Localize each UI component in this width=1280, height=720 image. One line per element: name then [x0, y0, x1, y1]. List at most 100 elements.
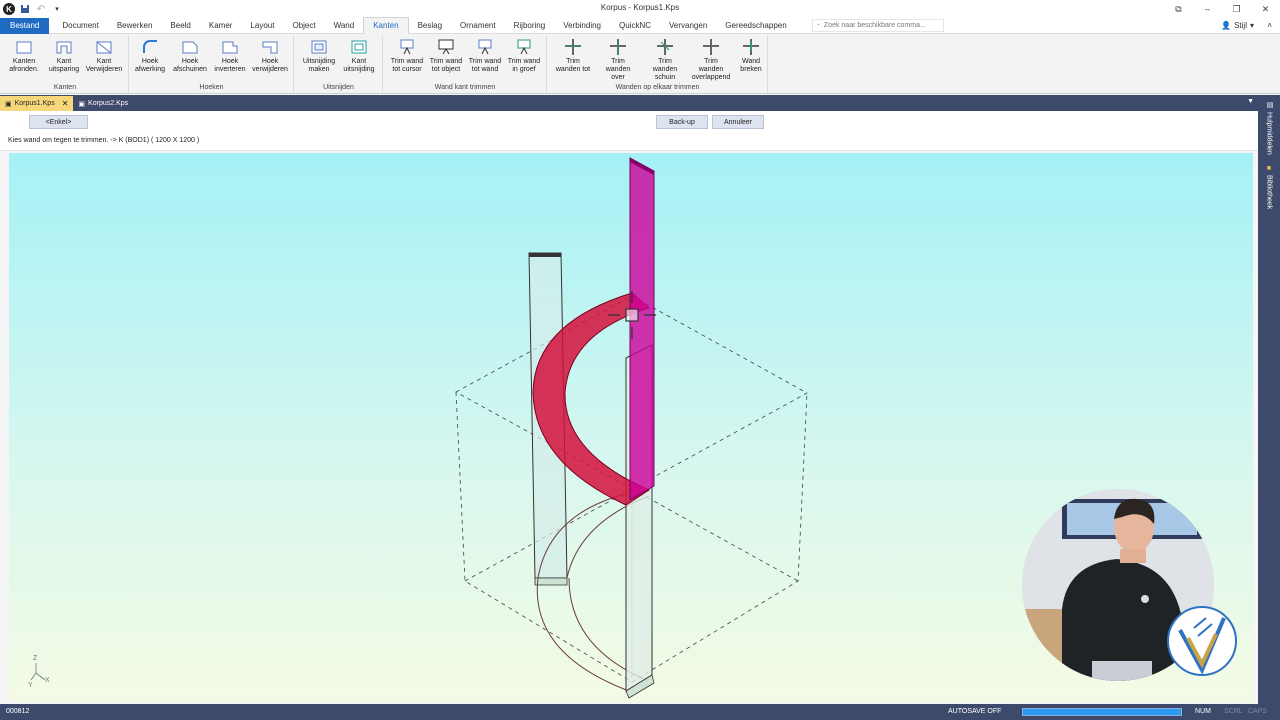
group-label-wand-kant-trimmen: Wand kant trimmen: [434, 84, 496, 91]
ribbon-display-options-icon[interactable]: ⧉: [1164, 0, 1193, 18]
doc-tab-korpus1[interactable]: ▣ Korpus1.Kps ✕: [0, 96, 74, 111]
style-menu[interactable]: 👤 Stijl ▾: [1221, 21, 1254, 30]
minimize-button[interactable]: –: [1193, 0, 1222, 18]
style-menu-label: Stijl: [1234, 21, 1247, 30]
wand-breken-button[interactable]: Wand breken: [731, 38, 771, 74]
ribbon-panel: Kanten afronden. Kant uitsparing Kant Verwi…: [0, 34, 1280, 94]
tab-list-dropdown-icon[interactable]: ▼: [1247, 98, 1254, 105]
group-label-uitsnijden: Uitsnijden: [323, 84, 354, 91]
close-tab-icon[interactable]: ✕: [62, 99, 69, 108]
tab-kamer[interactable]: Kamer: [200, 18, 242, 34]
tab-object[interactable]: Object: [283, 18, 324, 34]
trim-wand-tot-object-button[interactable]: Trim wand tot object: [426, 38, 466, 74]
trim-walls-to-icon: [565, 39, 581, 55]
window-title: Korpus - Korpus1.Kps: [600, 3, 680, 12]
app-logo-icon[interactable]: K: [3, 3, 15, 15]
group-label-kanten: Kanten: [53, 84, 77, 91]
autosave-status[interactable]: AUTOSAVE OFF: [948, 708, 1001, 715]
trim-wand-tot-cursor-button[interactable]: Trim wand tot cursor: [387, 38, 427, 74]
brand-logo-icon: [1167, 606, 1237, 676]
group-hoeken: Hoek afwerking Hoek afschuinen Hoek inverte…: [130, 36, 294, 92]
group-wand-kant-trimmen: Trim wand tot cursor Trim wand tot object …: [384, 36, 547, 92]
hoek-afschuinen-button[interactable]: Hoek afschuinen: [170, 38, 210, 74]
trim-in-groove-icon: [517, 39, 531, 55]
user-icon: 👤: [1221, 21, 1232, 30]
tab-quicknc[interactable]: QuickNC: [610, 18, 660, 34]
kant-uitsparing-button[interactable]: Kant uitsparing: [44, 38, 84, 74]
num-lock-indicator: NUM: [1195, 708, 1211, 715]
remove-corner-icon: [262, 41, 278, 54]
lightbulb-icon: ◔: [815, 22, 820, 29]
kant-verwijderen-button[interactable]: Kant Verwijderen: [84, 38, 124, 74]
document-icon: ▣: [78, 100, 86, 108]
caps-lock-indicator: CAPS: [1248, 708, 1268, 715]
trim-wanden-overlappend-button[interactable]: Trim wanden overlappend: [691, 38, 731, 82]
quick-access-dropdown-icon[interactable]: ▾: [51, 3, 63, 15]
remove-edge-icon: [96, 41, 112, 54]
selected-wall[interactable]: [629, 157, 655, 501]
trim-wand-in-groef-button[interactable]: Trim wand in groef: [504, 38, 544, 74]
tab-vervangen[interactable]: Vervangen: [660, 18, 716, 34]
tab-verbinding[interactable]: Verbinding: [554, 18, 610, 34]
doc-tab-label: Korpus1.Kps: [14, 100, 55, 107]
group-wanden-op-elkaar-trimmen: Trim wanden tot Trim wanden over Trim wand…: [548, 36, 768, 92]
undo-icon[interactable]: ↶: [35, 3, 47, 15]
hoek-verwijderen-button[interactable]: Hoek verwijderen: [250, 38, 290, 74]
doc-tab-korpus2[interactable]: ▣ Korpus2.Kps: [73, 96, 133, 111]
tab-beslag[interactable]: Beslag: [409, 18, 451, 34]
tab-gereedschappen[interactable]: Gereedschappen: [716, 18, 795, 34]
trim-to-cursor-icon: [400, 39, 414, 55]
scroll-lock-indicator: SCRL: [1224, 708, 1243, 715]
tab-rijboring[interactable]: Rijboring: [505, 18, 555, 34]
ribbon-collapse-icon[interactable]: ˄: [1267, 21, 1272, 30]
trim-walls-overlap-icon: [703, 39, 719, 55]
status-code: 000812: [6, 708, 30, 715]
side-tab-bibliotheek[interactable]: ■ Bibliotheek: [1262, 165, 1276, 209]
tab-kanten[interactable]: Kanten: [363, 17, 409, 34]
corner-invert-icon: [222, 41, 238, 54]
progress-bar: [1022, 708, 1182, 716]
tab-document[interactable]: Document: [53, 18, 107, 34]
uitsnijding-maken-button[interactable]: Uitsnijding maken: [299, 38, 339, 74]
axis-x-label: X: [45, 677, 50, 684]
trim-wand-tot-wand-button[interactable]: Trim wand tot wand: [465, 38, 505, 74]
corner-finish-icon: [143, 40, 157, 53]
edge-cutout-icon: [351, 40, 367, 54]
tab-wand[interactable]: Wand: [325, 18, 364, 34]
tab-bewerken[interactable]: Bewerken: [108, 18, 162, 34]
kanten-afronden-button[interactable]: Kanten afronden.: [4, 38, 44, 74]
status-bar: 000812 AUTOSAVE OFF NUM SCRL CAPS: [0, 704, 1280, 720]
trim-wanden-schuin-button[interactable]: Trim wanden schuin: [645, 38, 685, 82]
search-placeholder: Zoek naar beschikbare comma...: [823, 22, 926, 29]
cutout-icon: [311, 40, 327, 54]
corner-chamfer-icon: [182, 41, 198, 54]
tab-ornament[interactable]: Ornament: [451, 18, 505, 34]
axis-z-label: Z: [33, 655, 38, 662]
trim-wanden-tot-button[interactable]: Trim wanden tot: [553, 38, 593, 74]
hoek-afwerking-button[interactable]: Hoek afwerking: [130, 38, 170, 74]
tab-beeld[interactable]: Beeld: [161, 18, 199, 34]
search-input[interactable]: ◔ Zoek naar beschikbare comma...: [811, 19, 944, 32]
break-wall-icon: [743, 39, 759, 55]
close-button[interactable]: ✕: [1251, 0, 1280, 18]
restore-button[interactable]: ❐: [1222, 0, 1251, 18]
trim-to-object-icon: [438, 39, 454, 55]
cancel-button[interactable]: Annuleer: [712, 115, 764, 129]
tab-bestand[interactable]: Bestand: [0, 17, 50, 34]
trim-walls-over-icon: [610, 39, 626, 55]
trim-to-wall-icon: [478, 39, 492, 55]
enkel-button[interactable]: <Enkel>: [29, 115, 88, 129]
side-tab-hulpmiddelen[interactable]: ▤ Hulpmiddelen: [1262, 101, 1276, 155]
trim-wanden-over-button[interactable]: Trim wanden over: [598, 38, 638, 82]
tools-icon: ▤: [1266, 101, 1273, 109]
chevron-down-icon: ▾: [1249, 21, 1254, 30]
hoek-inverteren-button[interactable]: Hoek inverteren: [210, 38, 250, 74]
document-icon: ▣: [5, 100, 12, 108]
save-icon[interactable]: [19, 3, 31, 15]
kant-uitsnijding-button[interactable]: Kant uitsnijding: [339, 38, 379, 74]
backup-button[interactable]: Back-up: [656, 115, 708, 129]
group-label-wanden-op-elkaar-trimmen: Wanden op elkaar trimmen: [615, 84, 700, 91]
tab-layout[interactable]: Layout: [241, 18, 283, 34]
trim-walls-miter-icon: [657, 39, 673, 55]
doc-tab-label: Korpus2.Kps: [88, 100, 129, 107]
